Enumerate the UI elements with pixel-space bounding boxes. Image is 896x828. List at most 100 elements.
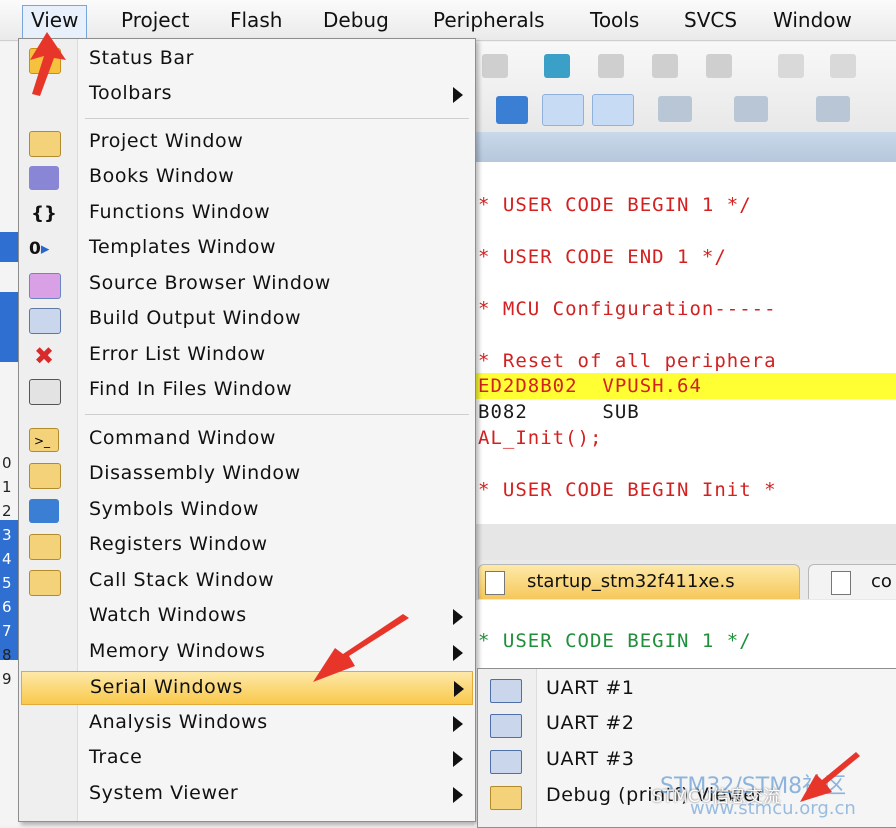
code-line: ED2D8B02 VPUSH.64 [478, 375, 702, 397]
submenu-arrow-icon [454, 681, 464, 697]
line-number: 3 [2, 526, 12, 544]
menu-item-trace[interactable]: Trace [21, 742, 471, 776]
symbols-icon [29, 499, 59, 523]
build-output-icon [29, 308, 61, 334]
serial-terminal-icon [490, 679, 522, 703]
selection-marker [0, 232, 18, 262]
tab-second-file[interactable]: co [808, 564, 896, 599]
tab-startup-file[interactable]: startup_stm32f411xe.s [478, 564, 800, 599]
toolbar-row-2 [474, 88, 896, 128]
menu-item-registers-window[interactable]: Registers Window [21, 529, 471, 563]
books-icon [29, 166, 59, 190]
code-line: * USER CODE END 1 */ [478, 246, 727, 268]
watch-window-icon[interactable] [658, 96, 692, 122]
menu-item-analysis-windows[interactable]: Analysis Windows [21, 707, 471, 741]
line-number: 1 [2, 478, 12, 496]
find-in-files-icon [29, 379, 61, 405]
registers-icon [29, 534, 61, 560]
line-number: 0 [2, 454, 12, 472]
line-number: 8 [2, 646, 12, 664]
menu-item-error-list-window[interactable]: ✖ Error List Window [21, 339, 471, 373]
menu-peripherals[interactable]: Peripherals [425, 6, 553, 34]
line-number: 5 [2, 574, 12, 592]
serial-terminal-icon [490, 750, 522, 774]
source-browser-icon [29, 273, 61, 299]
menu-item-command-window[interactable]: >_ Command Window [21, 423, 471, 457]
menu-item-disassembly-window[interactable]: Disassembly Window [21, 458, 471, 492]
unindent-icon[interactable] [830, 54, 856, 78]
menu-separator [85, 118, 469, 119]
templates-icon: 0▸ [29, 239, 50, 259]
memory-window-icon[interactable] [734, 96, 768, 122]
left-gutter: 0 1 2 3 4 5 6 7 8 9 [0, 42, 20, 826]
bookmark-prev-icon[interactable] [598, 54, 624, 78]
forward-arrow-icon[interactable] [482, 54, 508, 78]
menu-flash[interactable]: Flash [222, 6, 290, 34]
code-line: B082 SUB [478, 401, 640, 423]
submenu-item-uart1[interactable]: UART #1 [480, 673, 894, 707]
code-line: * MCU Configuration----- [478, 298, 777, 320]
line-number: 9 [2, 670, 12, 688]
annotation-arrow-view [30, 32, 66, 96]
menu-item-toolbars[interactable]: Toolbars [21, 78, 471, 112]
menu-project[interactable]: Project [113, 6, 197, 34]
code-line: AL_Init(); [478, 427, 603, 449]
serial-terminal-icon [490, 714, 522, 738]
tab-label: startup_stm32f411xe.s [527, 571, 735, 592]
bookmark-clear-icon[interactable] [706, 54, 732, 78]
symbols-window-icon[interactable] [496, 96, 528, 124]
menu-item-functions-window[interactable]: {} Functions Window [21, 197, 471, 231]
pane-splitter[interactable] [474, 524, 896, 564]
menu-bar: View Project Flash Debug Peripherals Too… [0, 0, 896, 41]
menu-item-call-stack-window[interactable]: Call Stack Window [21, 565, 471, 599]
line-number: 4 [2, 550, 12, 568]
menu-item-templates-window[interactable]: 0▸ Templates Window [21, 232, 471, 266]
disassembly-editor[interactable] [474, 162, 896, 524]
menu-item-symbols-window[interactable]: Symbols Window [21, 494, 471, 528]
menu-tools[interactable]: Tools [582, 6, 647, 34]
error-x-icon: ✖ [33, 342, 55, 370]
submenu-arrow-icon [453, 87, 463, 103]
indent-icon[interactable] [778, 54, 804, 78]
bookmark-flag-icon[interactable] [544, 54, 570, 78]
submenu-arrow-icon [453, 716, 463, 732]
menu-item-build-output-window[interactable]: Build Output Window [21, 303, 471, 337]
line-number: 6 [2, 598, 12, 616]
submenu-arrow-icon [453, 787, 463, 803]
code-line: * USER CODE BEGIN 1 */ [478, 630, 752, 652]
annotation-arrow-serial [313, 614, 409, 682]
submenu-arrow-icon [453, 609, 463, 625]
bookmark-next-icon[interactable] [652, 54, 678, 78]
annotation-arrow-debug [800, 752, 860, 802]
menu-item-system-viewer[interactable]: System Viewer [21, 778, 471, 812]
registers-window-icon[interactable] [542, 94, 584, 126]
submenu-item-uart2[interactable]: UART #2 [480, 708, 894, 742]
menu-item-books-window[interactable]: Books Window [21, 161, 471, 195]
toolbar-row-1 [474, 48, 896, 84]
menu-item-project-window[interactable]: Project Window [21, 126, 471, 160]
code-line: * Reset of all periphera [478, 350, 777, 372]
view-menu-dropdown: Status Bar Toolbars Project Window Books… [18, 38, 476, 822]
file-icon [485, 571, 505, 595]
selection-marker [0, 292, 18, 362]
tab-label: co [871, 571, 892, 592]
line-number: 7 [2, 622, 12, 640]
menu-debug[interactable]: Debug [315, 6, 397, 34]
menu-separator [85, 414, 469, 415]
line-number: 2 [2, 502, 12, 520]
file-icon [831, 571, 851, 595]
call-stack-window-icon[interactable] [592, 94, 634, 126]
menu-item-source-browser-window[interactable]: Source Browser Window [21, 268, 471, 302]
editor-tab-strip [474, 132, 896, 162]
command-prompt-icon: >_ [29, 428, 59, 452]
serial-window-icon[interactable] [816, 96, 850, 122]
menu-item-find-in-files-window[interactable]: Find In Files Window [21, 374, 471, 408]
debug-viewer-icon [490, 786, 522, 810]
submenu-arrow-icon [453, 645, 463, 661]
disassembly-icon [29, 463, 61, 489]
menu-svcs[interactable]: SVCS [676, 6, 745, 34]
watermark-overlay: STMCU信息交流 [652, 787, 781, 807]
menu-window[interactable]: Window [765, 6, 860, 34]
menu-item-status-bar[interactable]: Status Bar [21, 43, 471, 77]
code-line: * USER CODE BEGIN Init * [478, 479, 777, 501]
